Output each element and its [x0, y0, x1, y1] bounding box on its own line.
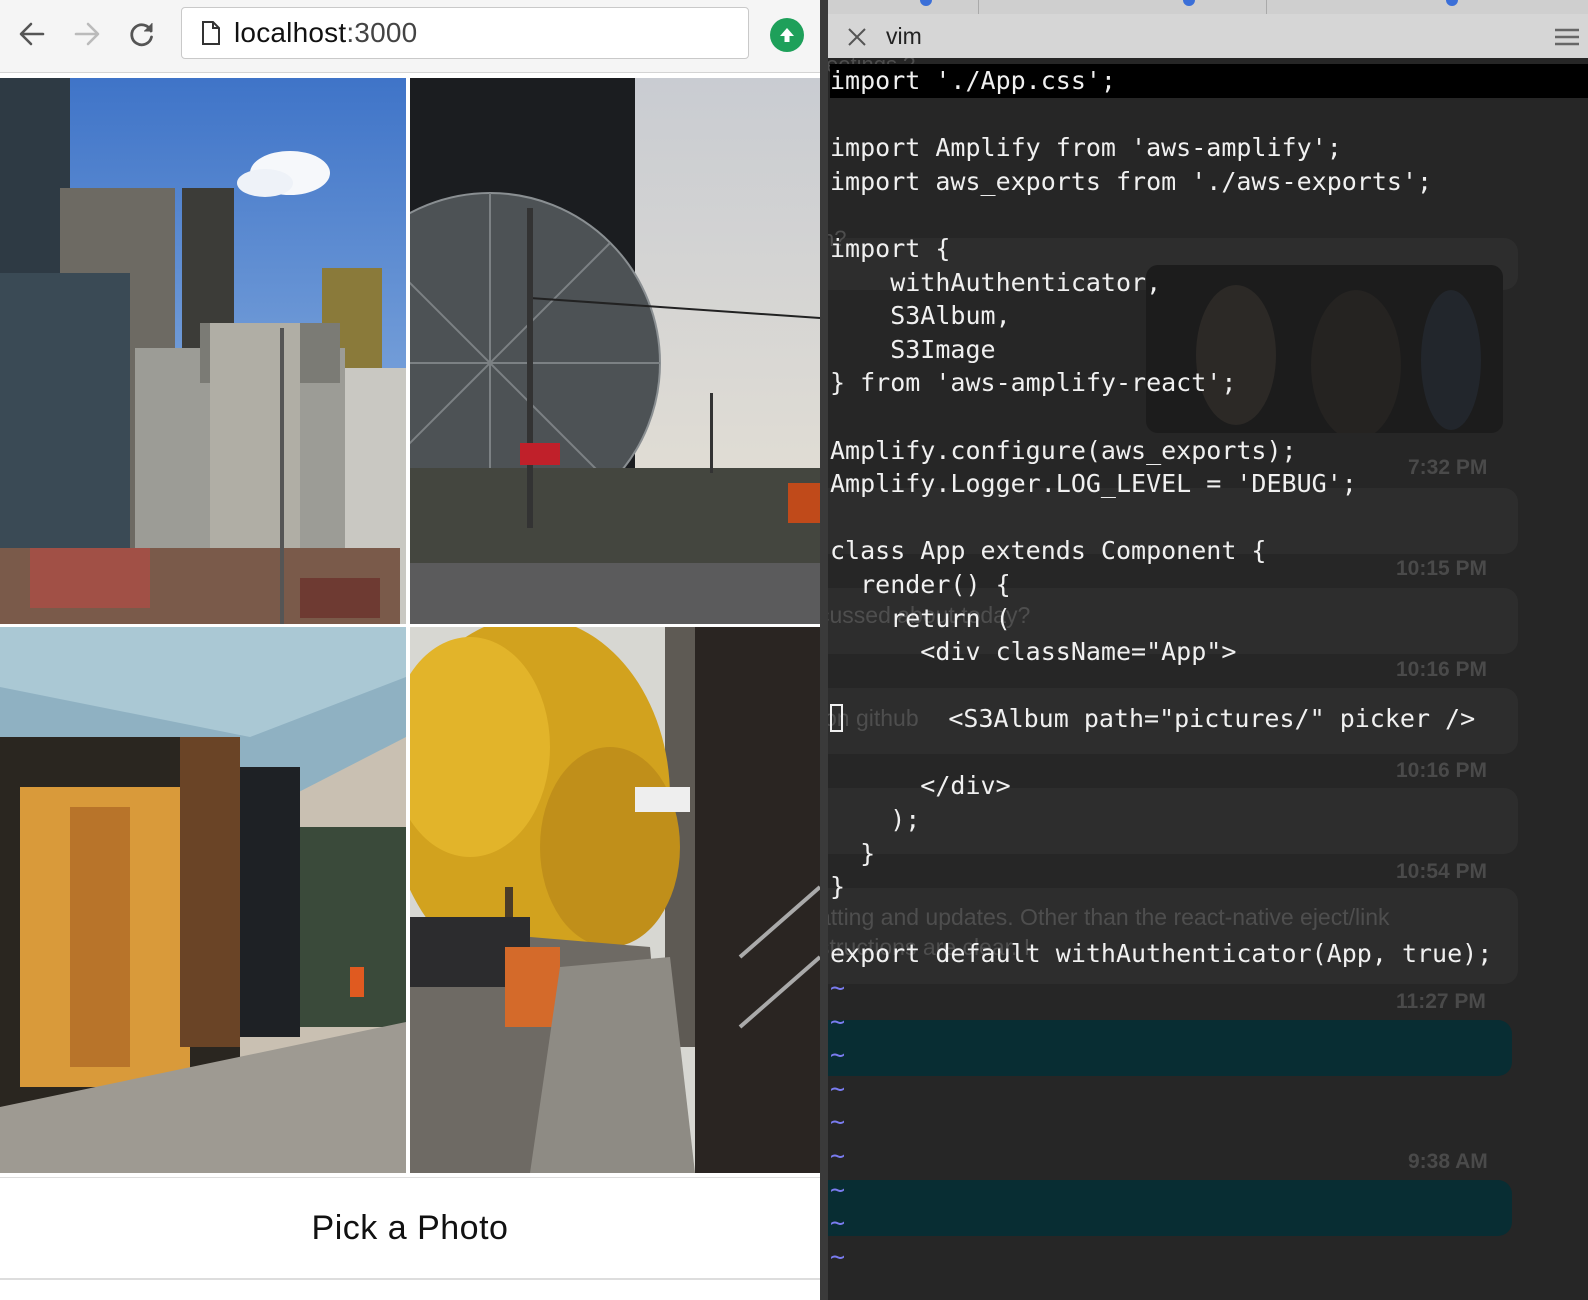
- vim-window: vim 7:32 PM 10:15 PM 10:16 PM 10:16 PM 1…: [828, 0, 1588, 1300]
- vim-empty-line-tilde: ~: [830, 1072, 1588, 1106]
- close-icon[interactable]: [846, 26, 868, 48]
- code-line: import Amplify from 'aws-amplify';: [830, 133, 1342, 163]
- code-line: </div>: [830, 771, 1011, 801]
- code-line: Amplify.configure(aws_exports);: [830, 435, 1297, 465]
- code-line: Amplify.Logger.LOG_LEVEL = 'DEBUG';: [830, 469, 1357, 499]
- code-line: withAuthenticator,: [830, 267, 1162, 297]
- tilde-marker: ~: [830, 1174, 846, 1204]
- code-line: <div className="App">: [830, 637, 1237, 667]
- tilde-marker: ~: [830, 1241, 846, 1271]
- tilde-marker: ~: [830, 1107, 846, 1137]
- back-arrow-icon: [19, 22, 45, 46]
- url-text: localhost:3000: [234, 17, 417, 49]
- code-line: import aws_exports from './aws-exports';: [830, 166, 1433, 196]
- tilde-marker: ~: [830, 973, 846, 1003]
- back-button[interactable]: [12, 14, 52, 54]
- vim-empty-line-tilde: ~: [830, 971, 1588, 1005]
- window-divider: [820, 0, 828, 1300]
- code-line-text: <S3Album path="pictures/" picker />: [843, 704, 1476, 734]
- s3-album-grid: [0, 78, 820, 1173]
- tilde-marker: ~: [830, 1040, 846, 1070]
- tilde-marker: ~: [830, 1141, 846, 1170]
- code-line-text: import './App.css';: [830, 64, 1588, 98]
- page-icon: [202, 21, 220, 45]
- spheres-photo: [410, 78, 820, 624]
- extension-button[interactable]: [770, 18, 804, 52]
- code-line: S3Album,: [830, 301, 1011, 331]
- vim-titlebar: vim: [828, 14, 1588, 59]
- album-photo-2[interactable]: [410, 78, 820, 624]
- vim-empty-line-tilde: ~: [830, 1038, 1588, 1072]
- code-line: );: [830, 805, 921, 835]
- vim-empty-line-tilde: ~: [830, 1005, 1588, 1039]
- code-line: <S3Album path="pictures/" picker />: [830, 702, 1588, 736]
- tab-indicator-icon: [1446, 0, 1458, 6]
- url-port: :3000: [346, 17, 418, 48]
- code-line: import './App.css';: [830, 64, 1588, 98]
- code-line: import {: [830, 233, 951, 263]
- tilde-marker: ~: [830, 1073, 846, 1103]
- vim-editor[interactable]: 7:32 PM 10:15 PM 10:16 PM 10:16 PM 10:54…: [828, 58, 1588, 1300]
- vim-empty-line-tilde: ~: [830, 1173, 1588, 1207]
- vim-empty-line-tilde: ~: [830, 1240, 1588, 1274]
- city-skyline-photo: [0, 78, 406, 624]
- album-photo-4[interactable]: [410, 627, 820, 1173]
- tab-indicator-icon: [920, 0, 932, 6]
- code-line: }: [830, 838, 876, 868]
- code-line: render() {: [830, 569, 1011, 599]
- vim-cursor: [830, 704, 843, 733]
- browser-window: localhost:3000 Pick a Photo: [0, 0, 820, 1300]
- tilde-marker: ~: [830, 1208, 846, 1238]
- reload-button[interactable]: [122, 14, 162, 54]
- album-photo-3[interactable]: [0, 627, 406, 1173]
- hamburger-menu-icon[interactable]: [1554, 27, 1580, 47]
- pick-a-photo-button[interactable]: Pick a Photo: [0, 1177, 820, 1280]
- upload-arrow-icon: [780, 28, 794, 42]
- vim-empty-line-tilde: ~: [830, 1139, 1588, 1173]
- address-bar[interactable]: localhost:3000: [181, 7, 749, 59]
- album-photo-1[interactable]: [0, 78, 406, 624]
- code-line: }: [830, 872, 846, 902]
- browser-toolbar: localhost:3000: [0, 0, 820, 73]
- background-tab-strip: [828, 0, 1588, 14]
- tab-separator: [1266, 0, 1267, 14]
- vim-empty-line-tilde: ~: [830, 1206, 1588, 1240]
- code-line: S3Image: [830, 334, 996, 364]
- storefront-photo: [0, 627, 406, 1173]
- vim-tab-title: vim: [886, 23, 922, 49]
- code-line: } from 'aws-amplify-react';: [830, 368, 1237, 398]
- forward-button[interactable]: [67, 14, 107, 54]
- tilde-marker: ~: [830, 1006, 846, 1036]
- code-line: class App extends Component {: [830, 536, 1267, 566]
- tab-indicator-icon: [1183, 0, 1195, 6]
- url-host: localhost: [234, 17, 347, 48]
- forward-arrow-icon: [74, 22, 100, 46]
- reload-icon: [130, 23, 153, 47]
- autumn-street-photo: [410, 627, 820, 1173]
- tab-separator: [978, 0, 979, 14]
- vim-empty-line-tilde: ~: [830, 1105, 1588, 1139]
- code-line: return (: [830, 603, 1011, 633]
- code-buffer[interactable]: import './App.css'; import Amplify from '…: [830, 64, 1588, 1273]
- code-line: export default withAuthenticator(App, tr…: [830, 939, 1493, 969]
